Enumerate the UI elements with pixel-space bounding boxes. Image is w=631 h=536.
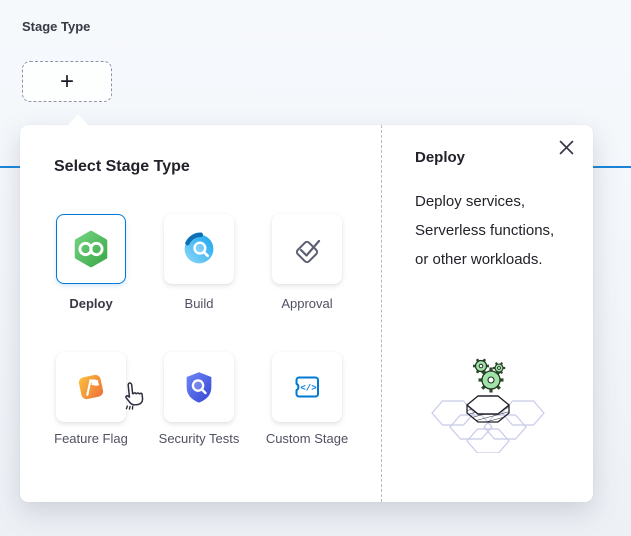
stage-card-feature-flag[interactable] bbox=[56, 352, 126, 422]
stage-label-build: Build bbox=[139, 295, 259, 312]
detail-description: Deploy services, Serverless functions, o… bbox=[415, 187, 591, 274]
detail-title: Deploy bbox=[415, 149, 465, 166]
gears-icon bbox=[473, 359, 505, 392]
stage-label-approval: Approval bbox=[247, 295, 367, 312]
popover-caret bbox=[67, 114, 89, 126]
stage-type-label: Stage Type bbox=[22, 19, 90, 34]
feature-flag-icon bbox=[70, 366, 112, 408]
plus-icon: + bbox=[60, 68, 74, 96]
stage-label-deploy: Deploy bbox=[31, 295, 151, 312]
build-ci-icon bbox=[181, 231, 217, 267]
add-stage-button[interactable]: + bbox=[22, 61, 112, 102]
approval-diamond-check-icon bbox=[287, 229, 327, 269]
select-stage-popover: Select Stage Type bbox=[20, 125, 593, 502]
close-icon bbox=[559, 140, 574, 155]
custom-stage-code-icon: </> bbox=[286, 367, 328, 407]
stage-card-deploy[interactable] bbox=[56, 214, 126, 284]
stage-card-build[interactable] bbox=[164, 214, 234, 284]
stage-label-custom-stage: Custom Stage bbox=[247, 430, 367, 447]
deploy-cd-icon bbox=[71, 229, 111, 269]
stage-label-feature-flag: Feature Flag bbox=[31, 430, 151, 447]
security-shield-icon bbox=[180, 368, 218, 406]
stage-label-security-tests: Security Tests bbox=[139, 430, 259, 447]
popover-title: Select Stage Type bbox=[54, 158, 190, 176]
stage-card-security-tests[interactable] bbox=[164, 352, 234, 422]
deploy-illustration bbox=[418, 353, 558, 453]
panel-divider bbox=[381, 125, 382, 502]
stage-card-approval[interactable] bbox=[272, 214, 342, 284]
close-button[interactable] bbox=[552, 133, 580, 161]
stage-card-custom-stage[interactable]: </> bbox=[272, 352, 342, 422]
svg-text:</>: </> bbox=[300, 384, 316, 394]
